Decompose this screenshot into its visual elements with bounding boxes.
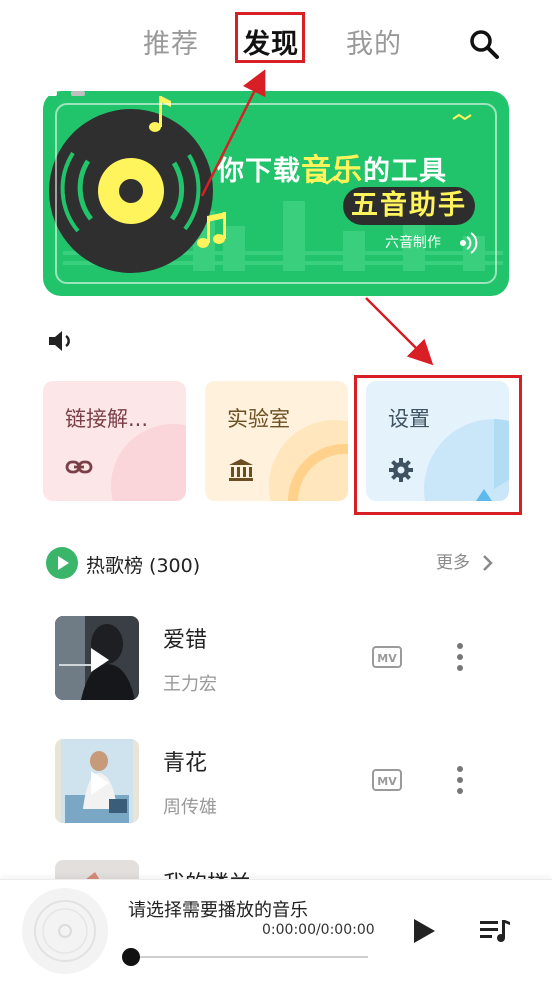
hot-list-header: 热歌榜 (300) 更多	[46, 546, 506, 580]
top-tab-bar: 推荐 发现 我的	[0, 14, 552, 66]
link-parse-card[interactable]: 链接解...	[43, 381, 186, 501]
song-artist: 周传雄	[163, 797, 217, 818]
playlist-icon[interactable]	[478, 916, 512, 946]
play-circle-icon[interactable]	[46, 547, 78, 579]
card-label: 设置	[388, 407, 430, 431]
chevron-right-icon	[483, 555, 493, 571]
volume-icon[interactable]	[46, 326, 76, 356]
song-title: 爱错	[163, 628, 208, 653]
more-link[interactable]: 更多	[436, 549, 493, 577]
mini-player: 请选择需要播放的音乐 0:00:00/0:00:00	[0, 879, 552, 981]
album-art	[55, 739, 139, 823]
mv-icon[interactable]: MV	[372, 769, 402, 791]
disc-icon[interactable]	[22, 888, 108, 974]
mv-icon[interactable]: MV	[372, 646, 402, 668]
bank-icon	[229, 459, 253, 481]
card-label: 实验室	[227, 407, 290, 431]
playback-time: 0:00:00/0:00:00	[262, 922, 375, 938]
progress-bar[interactable]	[122, 948, 368, 966]
card-decoration	[111, 424, 186, 501]
album-cover[interactable]	[55, 739, 139, 823]
svg-text:MV: MV	[377, 652, 397, 665]
link-icon	[65, 460, 93, 474]
song-title: 青花	[163, 751, 208, 776]
tab-recommend[interactable]: 推荐	[143, 22, 199, 61]
gear-icon	[389, 458, 413, 482]
tab-discover[interactable]: 发现	[243, 22, 299, 61]
banner-pager-dots	[43, 91, 85, 96]
more-label: 更多	[436, 553, 470, 573]
more-vert-icon[interactable]	[446, 764, 474, 796]
card-label: 链接解...	[65, 407, 149, 431]
song-row[interactable]: 爱错 王力宏 MV	[0, 608, 552, 718]
promo-banner[interactable]: 你下载音乐的工具 五音助手 六音制作	[43, 91, 509, 296]
settings-card[interactable]: 设置	[366, 381, 509, 501]
card-decoration	[269, 420, 348, 501]
album-art	[55, 616, 139, 700]
album-cover[interactable]	[55, 616, 139, 700]
svg-text:MV: MV	[377, 775, 397, 788]
card-decoration	[424, 419, 509, 501]
more-vert-icon[interactable]	[446, 641, 474, 673]
now-playing-text: 请选择需要播放的音乐	[128, 900, 308, 921]
song-row[interactable]: 青花 周传雄 MV	[0, 731, 552, 841]
banner-headline: 你下载音乐的工具	[217, 153, 447, 188]
lab-card[interactable]: 实验室	[205, 381, 348, 501]
search-icon[interactable]	[466, 26, 502, 62]
progress-knob[interactable]	[122, 948, 140, 966]
song-artist: 王力宏	[163, 674, 217, 695]
hot-list-title: 热歌榜 (300)	[86, 555, 201, 577]
play-icon[interactable]	[408, 916, 438, 946]
tab-mine[interactable]: 我的	[346, 22, 402, 61]
banner-app-name: 五音助手	[343, 187, 475, 225]
banner-brand: 六音制作	[385, 235, 441, 251]
